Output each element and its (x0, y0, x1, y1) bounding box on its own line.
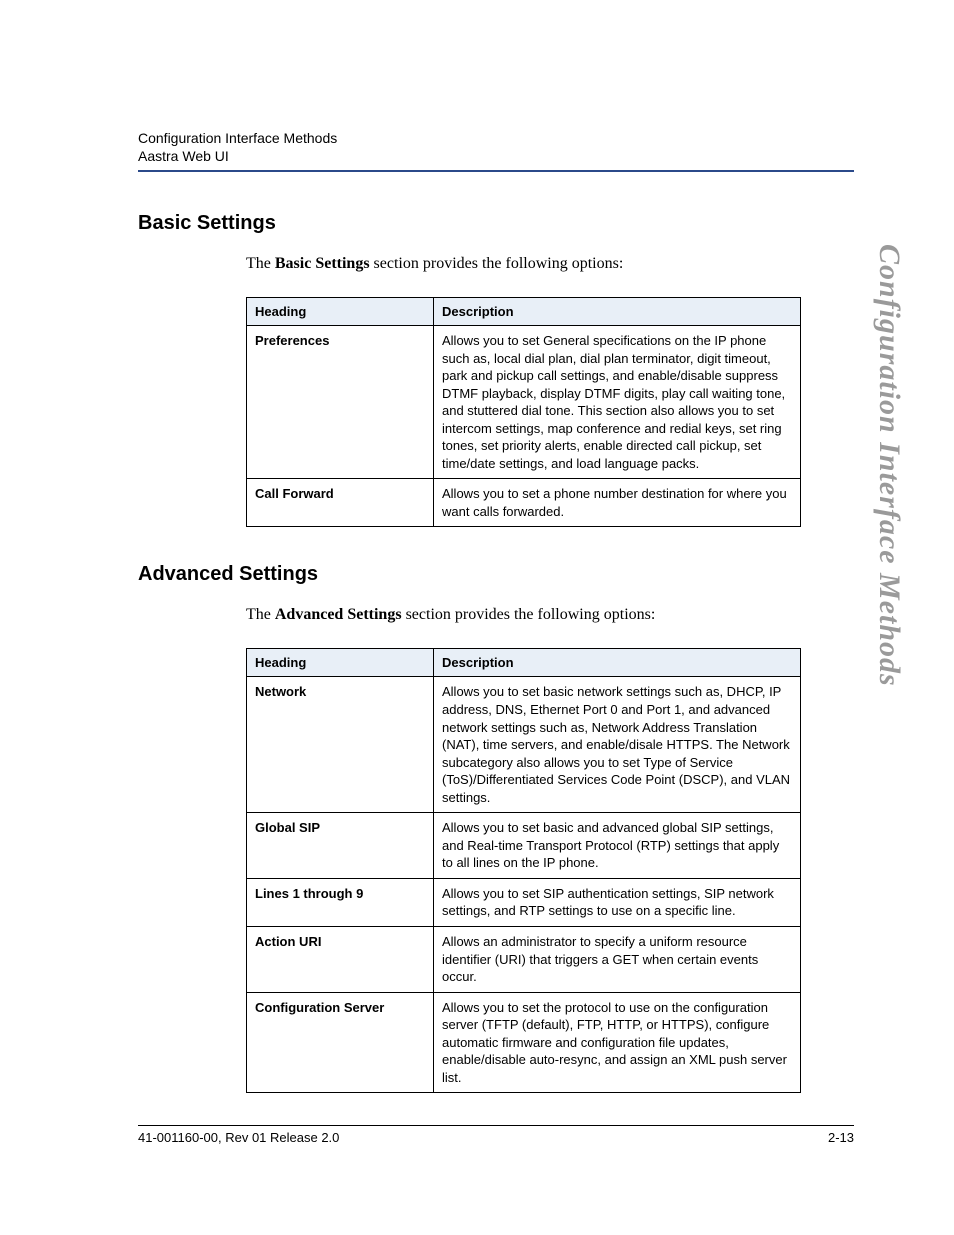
basic-settings-intro: The Basic Settings section provides the … (246, 255, 854, 273)
table-col-description: Description (434, 649, 801, 677)
basic-settings-table: Heading Description Preferences Allows y… (246, 297, 801, 527)
intro-bold: Advanced Settings (275, 606, 402, 623)
page-footer: 41-001160-00, Rev 01 Release 2.0 2-13 (138, 1125, 854, 1145)
row-description: Allows you to set the protocol to use on… (434, 992, 801, 1093)
table-col-description: Description (434, 298, 801, 326)
intro-bold: Basic Settings (275, 255, 370, 272)
table-row: Lines 1 through 9 Allows you to set SIP … (247, 878, 801, 926)
table-row: Preferences Allows you to set General sp… (247, 326, 801, 479)
basic-settings-heading: Basic Settings (138, 212, 854, 235)
table-row: Network Allows you to set basic network … (247, 677, 801, 813)
table-row: Global SIP Allows you to set basic and a… (247, 813, 801, 879)
header-chapter: Configuration Interface Methods (138, 130, 854, 146)
footer-page-number: 2-13 (828, 1130, 854, 1145)
row-heading: Preferences (247, 326, 434, 479)
row-description: Allows an administrator to specify a uni… (434, 927, 801, 993)
table-col-heading: Heading (247, 649, 434, 677)
advanced-settings-intro: The Advanced Settings section provides t… (246, 606, 854, 624)
row-heading: Configuration Server (247, 992, 434, 1093)
row-description: Allows you to set basic and advanced glo… (434, 813, 801, 879)
intro-prefix: The (246, 255, 275, 272)
side-chapter-title: Configuration Interface Methods (872, 244, 906, 687)
row-heading: Call Forward (247, 479, 434, 527)
intro-prefix: The (246, 606, 275, 623)
row-heading: Global SIP (247, 813, 434, 879)
row-heading: Lines 1 through 9 (247, 878, 434, 926)
row-description: Allows you to set General specifications… (434, 326, 801, 479)
table-row: Call Forward Allows you to set a phone n… (247, 479, 801, 527)
advanced-settings-heading: Advanced Settings (138, 563, 854, 586)
advanced-settings-table: Heading Description Network Allows you t… (246, 648, 801, 1093)
row-description: Allows you to set a phone number destina… (434, 479, 801, 527)
table-col-heading: Heading (247, 298, 434, 326)
intro-suffix: section provides the following options: (402, 606, 656, 623)
table-row: Action URI Allows an administrator to sp… (247, 927, 801, 993)
header-subsection: Aastra Web UI (138, 148, 854, 164)
row-heading: Action URI (247, 927, 434, 993)
table-row: Configuration Server Allows you to set t… (247, 992, 801, 1093)
intro-suffix: section provides the following options: (370, 255, 624, 272)
row-description: Allows you to set basic network settings… (434, 677, 801, 813)
footer-left: 41-001160-00, Rev 01 Release 2.0 (138, 1130, 339, 1145)
row-heading: Network (247, 677, 434, 813)
row-description: Allows you to set SIP authentication set… (434, 878, 801, 926)
page-header: Configuration Interface Methods Aastra W… (138, 130, 854, 172)
